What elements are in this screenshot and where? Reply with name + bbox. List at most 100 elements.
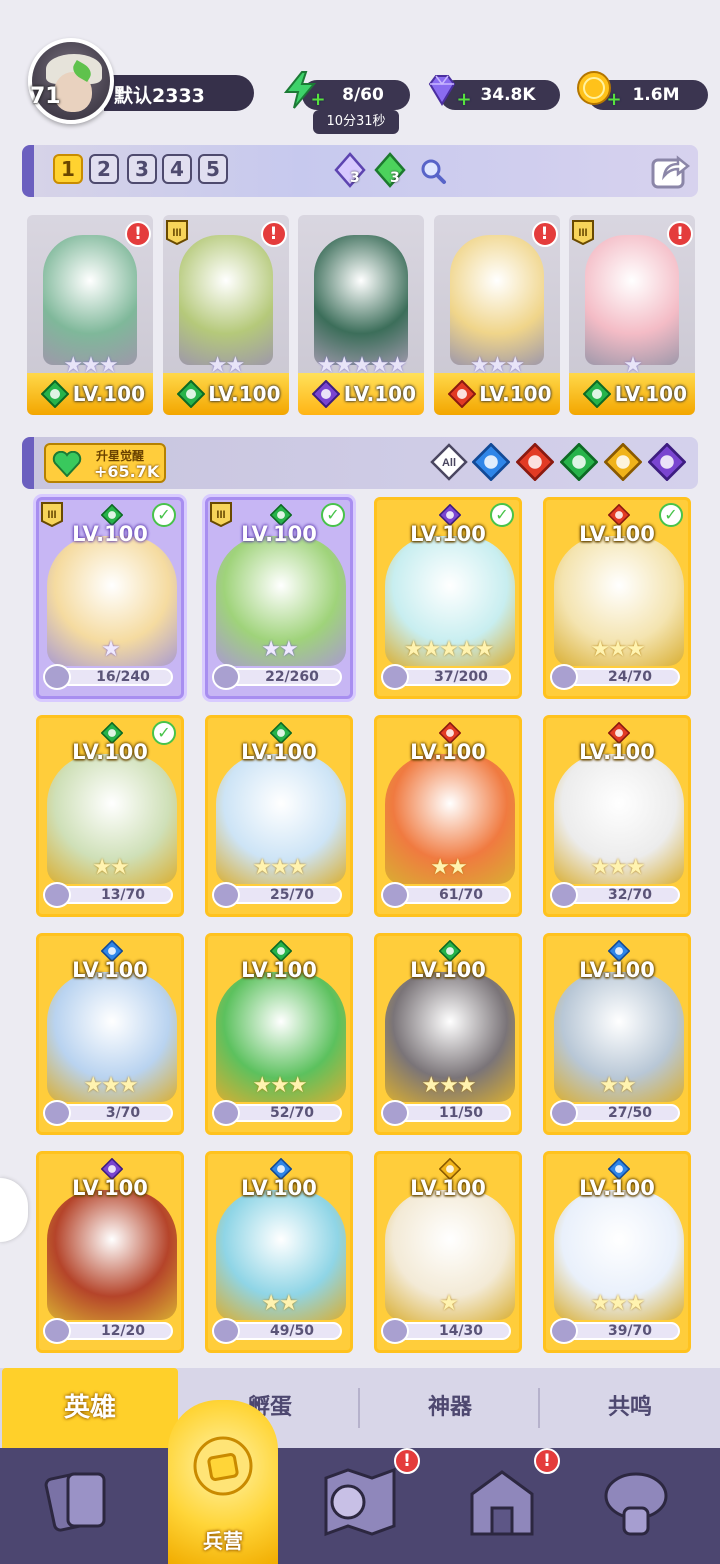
tier-label: III xyxy=(578,227,587,239)
in-team-check-icon: ✓ xyxy=(490,503,514,527)
hero-portrait xyxy=(178,235,273,365)
team-slot-5[interactable]: 5 xyxy=(198,154,228,184)
map-nav-icon[interactable] xyxy=(318,1460,402,1544)
hero-card[interactable]: LV.100 ★★ 61/70 xyxy=(374,715,522,917)
shard-icon xyxy=(212,1100,240,1126)
hero-card[interactable]: LV.100 ★★★ 39/70 xyxy=(543,1151,691,1353)
team-slot-2[interactable]: 2 xyxy=(89,154,119,184)
filter-fire[interactable] xyxy=(515,442,555,482)
filter-dark[interactable] xyxy=(647,442,687,482)
shard-icon xyxy=(43,882,71,908)
shard-progress: 24/70 xyxy=(562,668,680,686)
hero-level: LV.100 xyxy=(72,1176,148,1200)
shard-progress: 52/70 xyxy=(224,1104,342,1122)
hero-card[interactable]: LV.100 ★★★ 25/70 xyxy=(205,715,353,917)
energy-value: 8/60 xyxy=(342,85,384,105)
nature-filter-icon xyxy=(559,442,599,482)
shard-progress: 32/70 xyxy=(562,886,680,904)
filter-all[interactable]: All xyxy=(430,443,468,481)
coin-plus-icon[interactable]: + xyxy=(606,91,622,109)
in-team-check-icon: ✓ xyxy=(321,503,345,527)
shard-progress: 39/70 xyxy=(562,1322,680,1340)
team-slot-3[interactable]: 3 xyxy=(127,154,157,184)
shrine-nav-icon[interactable] xyxy=(594,1460,678,1544)
hero-card[interactable]: LV.100 12/20 xyxy=(36,1151,184,1353)
filter-light[interactable] xyxy=(603,442,643,482)
tier-badge-icon: III xyxy=(41,502,63,528)
nature-element-icon xyxy=(40,379,70,409)
green-crystal-count: 3 xyxy=(390,170,400,186)
gem-plus-icon[interactable]: + xyxy=(456,91,472,109)
tier-badge: III xyxy=(209,501,233,528)
hero-card[interactable]: LV.100 ★★ 22/260 xyxy=(205,497,353,699)
filter-nature[interactable] xyxy=(559,442,599,482)
tier-label: III xyxy=(216,509,225,521)
shard-progress: 25/70 xyxy=(224,886,342,904)
dark-element-icon xyxy=(311,379,341,409)
hero-card[interactable]: LV.100 ★★★ 52/70 xyxy=(205,933,353,1135)
search-icon[interactable] xyxy=(418,156,448,186)
gem-value: 34.8K xyxy=(480,85,536,105)
hero-level: LV.100 xyxy=(72,958,148,982)
shard-icon xyxy=(212,664,240,690)
hero-card[interactable]: LV.100 ★ 14/30 xyxy=(374,1151,522,1353)
tier-badge-icon: III xyxy=(165,220,188,246)
filter-water[interactable] xyxy=(471,442,511,482)
hero-card[interactable]: LV.100 ★★ 13/70 xyxy=(36,715,184,917)
team-slot-4[interactable]: 4 xyxy=(162,154,192,184)
shard-icon xyxy=(550,1318,578,1344)
hero-level: LV.100 xyxy=(241,958,317,982)
castle-nav-icon[interactable] xyxy=(460,1460,544,1544)
alert-badge: ! xyxy=(260,221,287,247)
tab-artifacts[interactable]: 神器 xyxy=(360,1368,540,1448)
element-badge xyxy=(311,379,341,409)
hero-level: LV.100 xyxy=(579,740,655,764)
element-badge xyxy=(582,379,612,409)
hero-stars: ★ xyxy=(101,637,121,662)
tier-badge-icon: III xyxy=(572,220,594,246)
tab-heroes[interactable]: 英雄 xyxy=(2,1368,178,1448)
shard-icon xyxy=(43,1100,71,1126)
energy-timer: 10分31秒 xyxy=(313,110,399,134)
in-team-check-icon: ✓ xyxy=(152,503,176,527)
hero-level: LV.100 xyxy=(241,740,317,764)
cards-nav-icon[interactable] xyxy=(36,1460,120,1544)
hero-card[interactable]: LV.100 ★ 16/240 xyxy=(36,497,184,699)
energy-plus-icon[interactable]: + xyxy=(310,91,326,109)
team-member-card[interactable]: ★★★★★ LV.100 xyxy=(298,215,424,415)
shard-progress: 11/50 xyxy=(393,1104,511,1122)
hero-stars: ★ xyxy=(439,1291,459,1316)
hero-card[interactable]: LV.100 ★★★ 24/70 xyxy=(543,497,691,699)
hero-card[interactable]: LV.100 ★★ 27/50 xyxy=(543,933,691,1135)
shard-icon xyxy=(43,1318,71,1344)
hero-level: LV.100 xyxy=(410,958,486,982)
fire-filter-icon xyxy=(515,442,555,482)
shard-progress: 16/240 xyxy=(55,668,173,686)
chat-bubble[interactable] xyxy=(0,1178,28,1242)
hero-stars: ★★ xyxy=(92,855,129,880)
barracks-nav-button[interactable]: 兵营 xyxy=(168,1400,278,1564)
hero-card[interactable]: LV.100 ★★ 49/50 xyxy=(205,1151,353,1353)
shard-icon xyxy=(550,1100,578,1126)
dark-filter-icon xyxy=(647,442,687,482)
hero-card[interactable]: LV.100 ★★★★★ 37/200 xyxy=(374,497,522,699)
shard-progress: 37/200 xyxy=(393,668,511,686)
team-slot-1[interactable]: 1 xyxy=(53,154,83,184)
hero-card[interactable]: LV.100 ★★★ 11/50 xyxy=(374,933,522,1135)
hero-card[interactable]: LV.100 ★★★ 3/70 xyxy=(36,933,184,1135)
heart-icon xyxy=(52,451,82,477)
hero-stars: ★★★ xyxy=(590,855,645,880)
svg-text:All: All xyxy=(442,457,456,469)
tier-label: III xyxy=(172,227,181,239)
purple-crystal-count: 3 xyxy=(350,170,360,186)
in-team-check-icon: ✓ xyxy=(659,503,683,527)
share-icon[interactable] xyxy=(650,152,690,190)
shard-icon xyxy=(550,664,578,690)
awaken-button[interactable]: 升星觉醒 +65.7K xyxy=(44,443,166,483)
castle-alert-badge: ! xyxy=(534,1448,560,1474)
hero-card[interactable]: LV.100 ★★★ 32/70 xyxy=(543,715,691,917)
tab-resonance[interactable]: 共鸣 xyxy=(540,1368,720,1448)
player-name-bar[interactable]: 默认2333 xyxy=(104,75,254,111)
player-level: 71 xyxy=(30,84,61,109)
shard-progress: 12/20 xyxy=(55,1322,173,1340)
